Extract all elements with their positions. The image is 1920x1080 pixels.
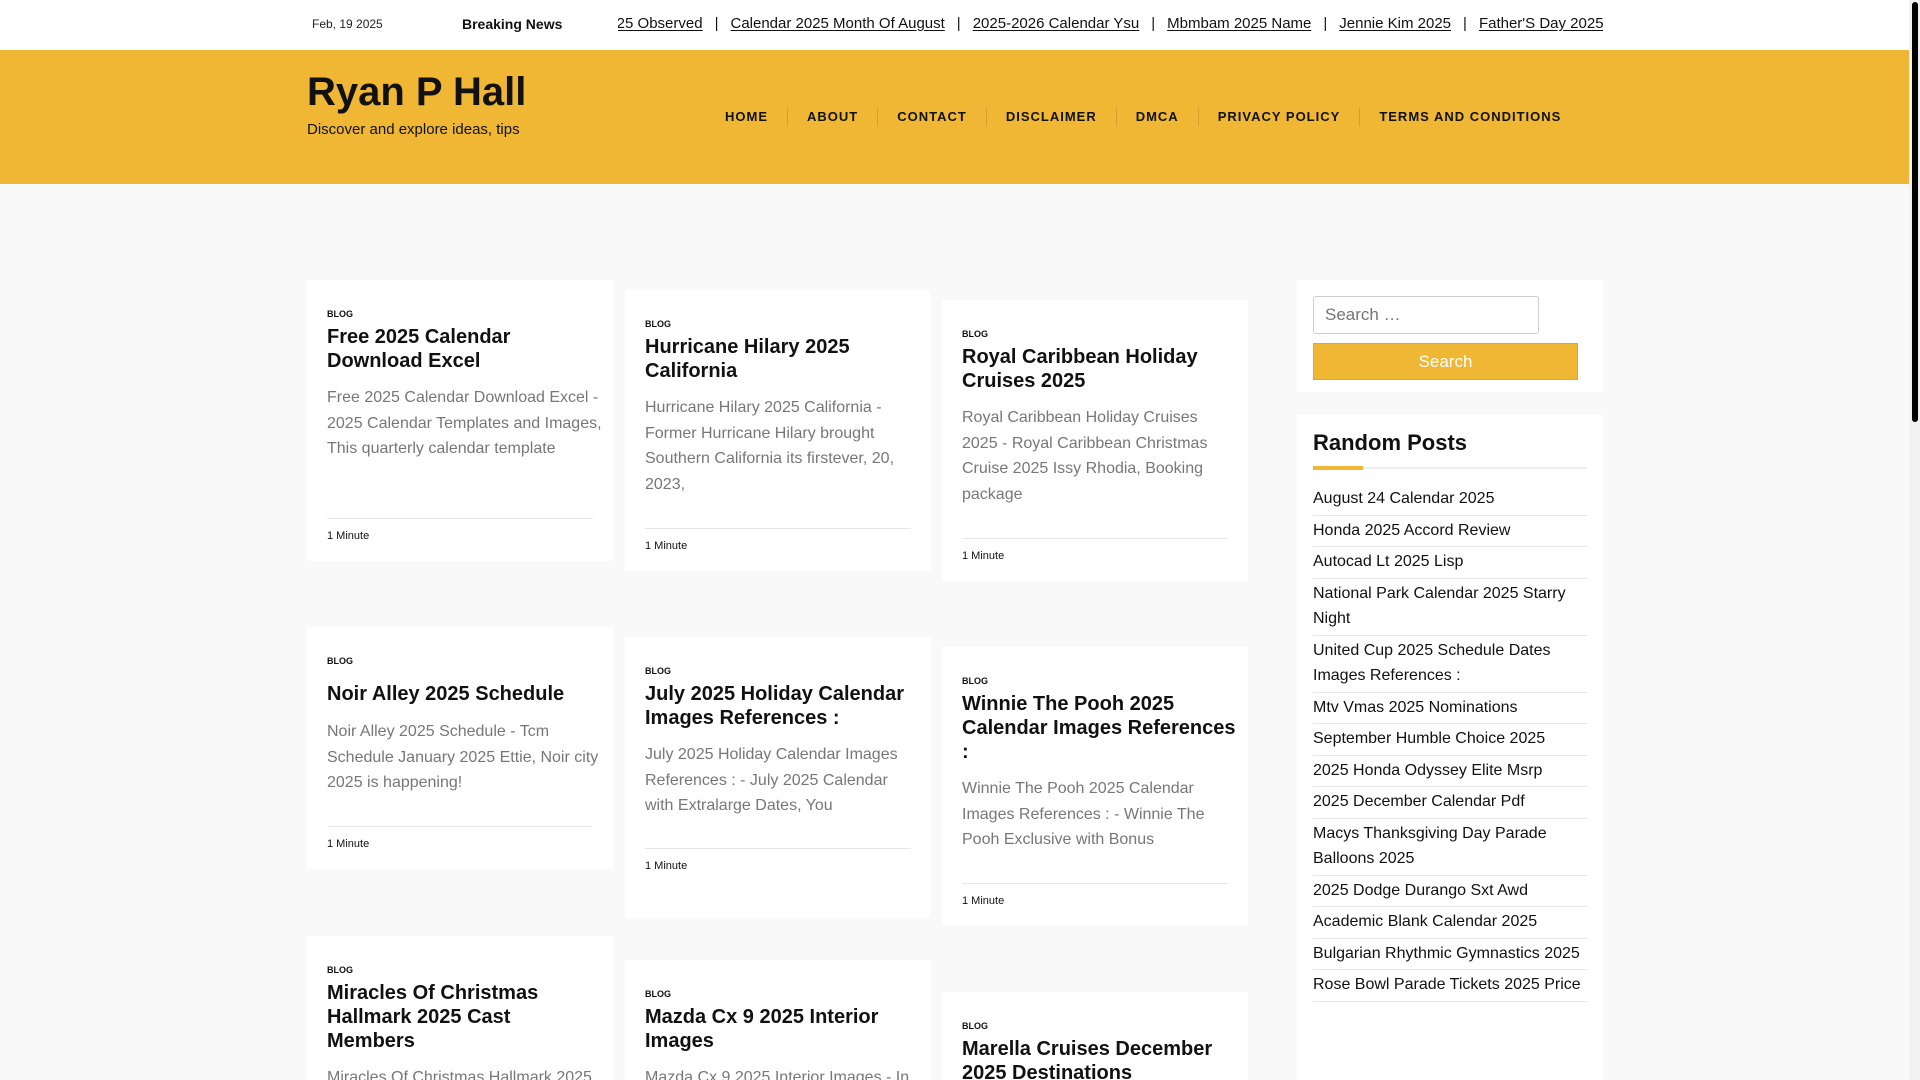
post-title[interactable]: Royal Caribbean Holiday Cruises 2025 (962, 345, 1237, 393)
read-time: 1 Minute (327, 838, 370, 850)
ticker-link[interactable]: 2025 Observed (618, 15, 703, 32)
random-post-link[interactable]: 2025 Dodge Durango Sxt Awd (1313, 876, 1587, 907)
card-divider (645, 528, 911, 529)
post-category[interactable]: BLOG (645, 989, 671, 999)
page-scrollbar[interactable] (1909, 0, 1920, 1080)
ticker-link[interactable]: Calendar 2025 Month Of August (730, 15, 944, 32)
random-post-link[interactable]: Academic Blank Calendar 2025 (1313, 907, 1587, 939)
post-excerpt: Hurricane Hilary 2025 California - Forme… (645, 399, 895, 493)
read-time: 1 Minute (645, 540, 688, 552)
main-nav: HOME ABOUT CONTACT DISCLAIMER DMCA PRIVA… (706, 108, 1580, 126)
random-post-link[interactable]: September Humble Choice 2025 (1313, 724, 1587, 756)
post-title[interactable]: Free 2025 Calendar Download Excel (327, 325, 602, 373)
random-post-link[interactable]: United Cup 2025 Schedule Dates Images Re… (1313, 636, 1587, 693)
site-title[interactable]: Ryan P Hall (307, 70, 526, 115)
read-time: 1 Minute (962, 550, 1005, 562)
ticker-link[interactable]: Jennie Kim 2025 (1339, 15, 1451, 32)
ticker-separator: | (1151, 15, 1156, 32)
card-divider (962, 538, 1228, 539)
top-bar: Feb, 19 2025 Breaking News 2025 Observed… (0, 0, 1909, 50)
random-post-link[interactable]: Autocad Lt 2025 Lisp (1313, 547, 1587, 579)
card-divider (645, 848, 911, 849)
search-button[interactable]: Search (1313, 343, 1578, 380)
post-category[interactable]: BLOG (327, 309, 353, 319)
random-posts-widget: Random Posts August 24 Calendar 2025 Hon… (1297, 415, 1603, 1080)
post-category[interactable]: BLOG (645, 666, 671, 676)
post-title[interactable]: July 2025 Holiday Calendar Images Refere… (645, 682, 920, 730)
random-post-link[interactable]: Honda 2025 Accord Review (1313, 516, 1587, 547)
post-card: BLOG Free 2025 Calendar Download Excel F… (307, 280, 613, 561)
heading-underline (1313, 466, 1587, 470)
nav-privacy-policy[interactable]: PRIVACY POLICY (1199, 108, 1361, 126)
post-category[interactable]: BLOG (962, 329, 988, 339)
random-post-link[interactable]: Bulgarian Rhythmic Gymnastics 2025 (1313, 939, 1587, 970)
nav-disclaimer[interactable]: DISCLAIMER (987, 108, 1117, 126)
random-post-link[interactable]: August 24 Calendar 2025 (1313, 484, 1587, 516)
ticker-separator: | (1463, 15, 1467, 32)
breaking-news-ticker: 2025 Observed | Calendar 2025 Month Of A… (618, 13, 1603, 37)
post-excerpt: Royal Caribbean Holiday Cruises 2025 - R… (962, 409, 1208, 503)
post-category[interactable]: BLOG (327, 656, 353, 666)
post-card: BLOG Mazda Cx 9 2025 Interior Images Maz… (625, 960, 931, 1080)
card-divider (962, 883, 1228, 884)
nav-terms-and-conditions[interactable]: TERMS AND CONDITIONS (1360, 108, 1580, 126)
ticker-separator: | (1323, 15, 1328, 32)
random-post-link[interactable]: 2025 Honda Odyssey Elite Msrp (1313, 756, 1587, 787)
random-posts-list: August 24 Calendar 2025 Honda 2025 Accor… (1313, 484, 1587, 1002)
random-post-link[interactable]: Mtv Vmas 2025 Nominations (1313, 693, 1587, 724)
post-title[interactable]: Winnie The Pooh 2025 Calendar Images Ref… (962, 692, 1237, 764)
search-widget: Search (1297, 280, 1603, 392)
post-excerpt: Miracles Of Christmas Hallmark 2025 (327, 1069, 592, 1080)
post-category[interactable]: BLOG (962, 676, 988, 686)
post-card: BLOG Marella Cruises December 2025 Desti… (942, 992, 1248, 1080)
post-excerpt: Winnie The Pooh 2025 Calendar Images Ref… (962, 780, 1205, 848)
random-post-link[interactable]: Rose Bowl Parade Tickets 2025 Price (1313, 970, 1587, 1002)
post-category[interactable]: BLOG (327, 965, 353, 975)
ticker-separator: | (956, 15, 961, 32)
card-divider (327, 518, 593, 519)
site-header: Ryan P Hall Discover and explore ideas, … (0, 50, 1909, 184)
post-title[interactable]: Noir Alley 2025 Schedule (327, 682, 602, 706)
post-title[interactable]: Miracles Of Christmas Hallmark 2025 Cast… (327, 981, 602, 1053)
ticker-link[interactable]: 2025-2026 Calendar Ysu (973, 15, 1140, 32)
ticker-link[interactable]: Mbmbam 2025 Name (1167, 15, 1311, 32)
card-divider (327, 826, 593, 827)
nav-about[interactable]: ABOUT (788, 108, 879, 126)
post-card: BLOG Miracles Of Christmas Hallmark 2025… (307, 936, 613, 1080)
post-category[interactable]: BLOG (645, 319, 671, 329)
post-excerpt: Mazda Cx 9 2025 Interior Images - In (645, 1069, 910, 1080)
post-card: BLOG Royal Caribbean Holiday Cruises 202… (942, 300, 1248, 581)
site-description: Discover and explore ideas, tips (307, 121, 520, 138)
current-date: Feb, 19 2025 (312, 17, 383, 31)
nav-home[interactable]: HOME (706, 108, 788, 126)
search-input[interactable] (1313, 296, 1539, 334)
read-time: 1 Minute (327, 530, 370, 542)
ticker-separator: | (714, 15, 719, 32)
random-post-link[interactable]: National Park Calendar 2025 Starry Night (1313, 579, 1587, 636)
post-card: BLOG Noir Alley 2025 Schedule Noir Alley… (307, 627, 613, 869)
random-post-link[interactable]: 2025 December Calendar Pdf (1313, 787, 1587, 819)
random-post-link[interactable]: Macys Thanksgiving Day Parade Balloons 2… (1313, 819, 1587, 876)
post-excerpt: Free 2025 Calendar Download Excel - 2025… (327, 389, 602, 457)
post-excerpt: Noir Alley 2025 Schedule - Tcm Schedule … (327, 723, 599, 791)
post-title[interactable]: Marella Cruises December 2025 Destinatio… (962, 1037, 1237, 1080)
read-time: 1 Minute (962, 895, 1005, 907)
scrollbar-thumb[interactable] (1912, 2, 1918, 422)
post-title[interactable]: Hurricane Hilary 2025 California (645, 335, 920, 383)
ticker-link[interactable]: Father'S Day 2025 (1479, 15, 1603, 32)
post-card: BLOG Winnie The Pooh 2025 Calendar Image… (942, 647, 1248, 925)
post-excerpt: July 2025 Holiday Calendar Images Refere… (645, 746, 898, 814)
random-posts-heading: Random Posts (1313, 430, 1468, 455)
post-title[interactable]: Mazda Cx 9 2025 Interior Images (645, 1005, 920, 1053)
nav-contact[interactable]: CONTACT (878, 108, 987, 126)
nav-dmca[interactable]: DMCA (1117, 108, 1199, 126)
post-card: BLOG July 2025 Holiday Calendar Images R… (625, 637, 931, 918)
read-time: 1 Minute (645, 860, 688, 872)
breaking-news-label: Breaking News (462, 16, 563, 32)
post-category[interactable]: BLOG (962, 1021, 988, 1031)
post-card: BLOG Hurricane Hilary 2025 California Hu… (625, 290, 931, 571)
